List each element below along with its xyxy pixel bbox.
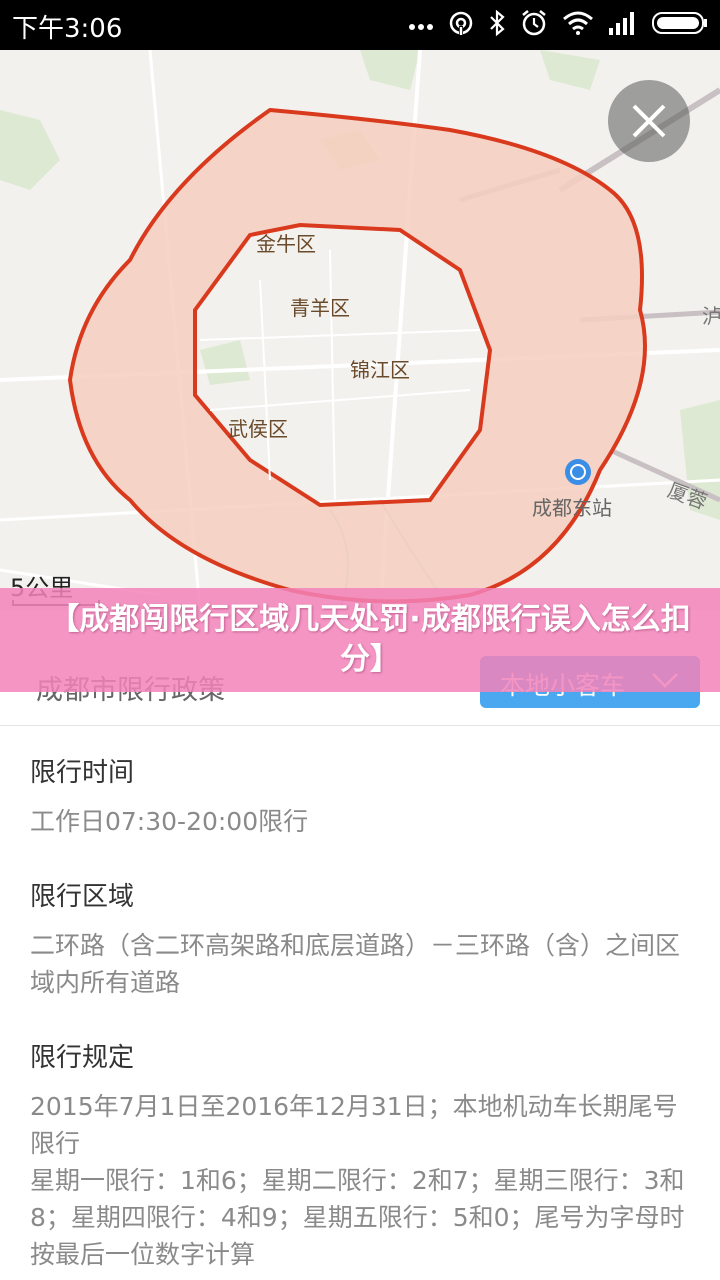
section-body: 2015年7月1日至2016年12月31日；本地机动车长期尾号限行 [30,1092,678,1158]
map-label-east-station[interactable]: 成都东站 [532,492,612,521]
hotspot-icon [448,10,474,40]
section-body: 二环路（含二环高架路和底层道路）－三环路（含）之间区域内所有道路 [30,931,681,997]
title-banner: 【成都闯限行区域几天处罚·成都限行误入怎么扣分】 [0,588,720,692]
bluetooth-icon [488,9,506,40]
more-dots-icon [408,16,434,35]
banner-text: 【成都闯限行区域几天处罚·成都限行误入怎么扣分】 [49,602,691,677]
map-label-qingyang: 青羊区 [290,296,350,320]
close-icon [632,104,666,138]
section-time: 限行时间 工作日07:30-20:00限行 [30,752,700,840]
map-label-wuhou: 武侯区 [228,417,288,441]
section-rules: 限行规定 2015年7月1日至2016年12月31日；本地机动车长期尾号限行 星… [30,1037,700,1273]
section-title: 限行规定 [30,1043,135,1073]
signal-icon [608,10,638,40]
map-label-lu: 泸 [702,304,720,328]
close-button[interactable] [608,80,690,162]
section-title: 限行区域 [30,882,135,912]
section-body: 工作日07:30-20:00限行 [30,807,309,836]
status-bar: 下午3:06 [0,0,720,50]
battery-icon [652,11,708,39]
alarm-icon [520,9,548,41]
map-label-jinniu: 金牛区 [256,232,316,256]
section-body-detail: 星期一限行：1和6；星期二限行：2和7；星期三限行：3和8；星期四限行：4和9；… [30,1166,685,1269]
section-area: 限行区域 二环路（含二环高架路和底层道路）－三环路（含）之间区域内所有道路 [30,876,700,1001]
status-icons [408,9,708,41]
map-label-jinjiang: 锦江区 [350,358,410,382]
section-title: 限行时间 [30,758,135,788]
wifi-icon [562,11,594,39]
status-time: 下午3:06 [12,14,123,44]
